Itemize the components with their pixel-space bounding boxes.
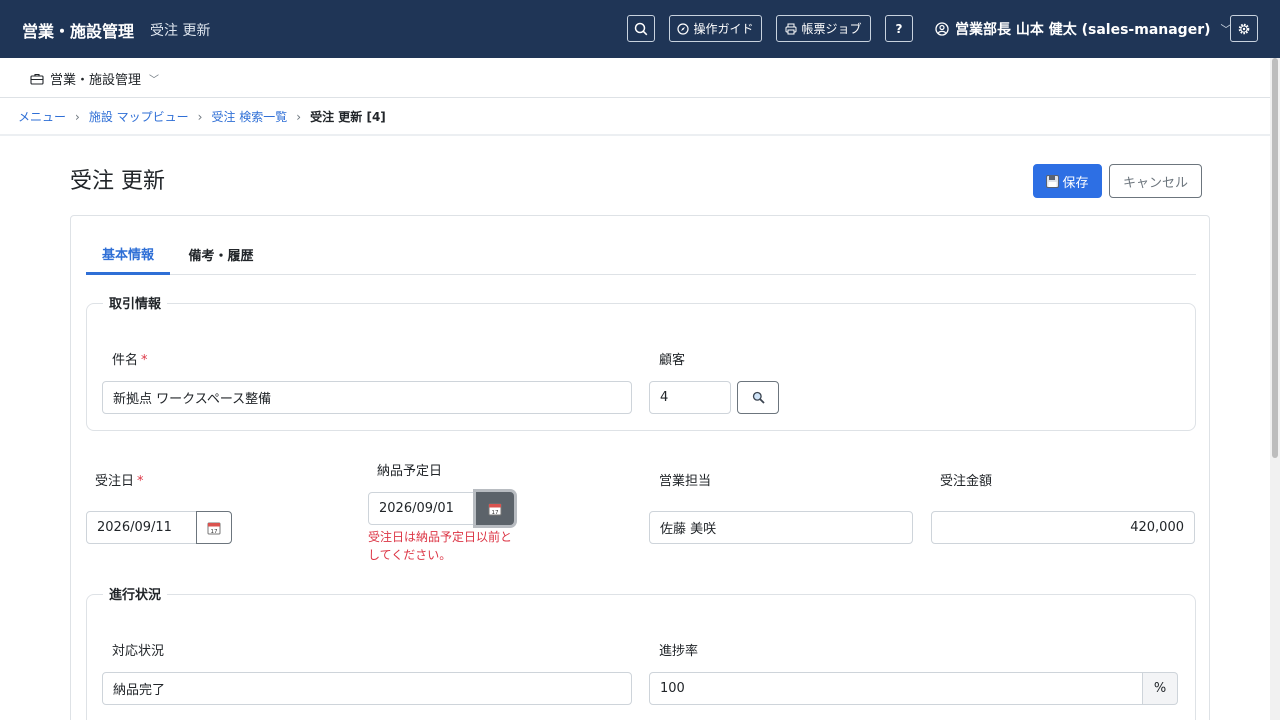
help-button[interactable]: ? [885, 15, 913, 42]
magnifier-icon [752, 391, 765, 404]
delivery-date-label: 納品予定日 [377, 464, 443, 479]
delivery-date-input[interactable]: 2026/09/01 [368, 492, 478, 525]
customer-label: 顧客 [659, 353, 686, 368]
breadcrumb-separator: › [197, 109, 203, 124]
guide-button-label: 操作ガイド [693, 22, 754, 36]
order-date-label-text: 受注日 [95, 474, 135, 489]
order-date-calendar-button[interactable]: 17 [196, 511, 232, 544]
user-menu[interactable]: 営業部長 山本 健太 (sales-manager) ﹀ [935, 19, 1232, 39]
transaction-legend: 取引情報 [103, 293, 168, 312]
amount-label: 受注金額 [940, 474, 993, 489]
form-card: 基本情報 備考・履歴 取引情報 件名 * 新拠点 ワークスペース整備 顧客 4 受… [70, 215, 1210, 720]
subject-input[interactable]: 新拠点 ワークスペース整備 [102, 381, 632, 414]
tab-notes-history[interactable]: 備考・履歴 [181, 234, 261, 275]
status-label: 対応状況 [112, 644, 165, 659]
header-page-subtitle: 受注 更新 [150, 23, 211, 39]
cancel-button[interactable]: キャンセル [1109, 164, 1202, 198]
calendar-icon: 17 [207, 522, 221, 535]
user-name: 営業部長 山本 健太 (sales-manager) [955, 22, 1211, 38]
calendar-icon: 17 [488, 503, 502, 516]
subject-label-text: 件名 [112, 353, 139, 368]
breadcrumb-separator: › [296, 109, 302, 124]
tab-basic-info[interactable]: 基本情報 [86, 234, 170, 275]
breadcrumb-menu[interactable]: メニュー [18, 108, 66, 125]
delivery-date-calendar-button[interactable]: 17 [476, 492, 514, 525]
breadcrumb-divider [0, 134, 1270, 136]
page-scrollbar[interactable] [1270, 58, 1280, 720]
module-menu-label: 営業・施設管理 [50, 73, 142, 88]
compass-icon [677, 22, 690, 35]
delivery-date-error: 受注日は納品予定日以前としてください。 [368, 530, 513, 562]
user-circle-icon [935, 22, 949, 36]
order-date-label: 受注日 * [95, 470, 144, 489]
report-jobs-label: 帳票ジョブ [801, 22, 862, 36]
search-button[interactable] [627, 15, 655, 42]
briefcase-icon [30, 73, 44, 85]
progress-legend: 進行状況 [103, 584, 168, 603]
scrollbar-thumb[interactable] [1272, 58, 1278, 458]
svg-text:17: 17 [211, 529, 218, 535]
search-icon [634, 22, 648, 35]
floppy-disk-icon [1046, 174, 1060, 188]
chevron-down-icon: ﹀ [149, 75, 160, 86]
amount-input[interactable]: 420,000 [931, 511, 1195, 544]
order-date-input[interactable]: 2026/09/11 [86, 511, 198, 544]
progress-rate-input[interactable]: 100 [649, 672, 1143, 705]
module-menu-button[interactable]: 営業・施設管理 ﹀ [30, 69, 159, 88]
percent-addon: % [1143, 672, 1178, 705]
settings-button[interactable] [1230, 15, 1258, 42]
required-asterisk: * [141, 353, 148, 368]
module-bar: 営業・施設管理 ﹀ [0, 58, 1270, 98]
guide-button[interactable]: 操作ガイド [669, 15, 762, 42]
tab-bar: 基本情報 備考・履歴 [86, 234, 1196, 275]
progress-rate-label: 進捗率 [659, 644, 699, 659]
subject-label: 件名 * [112, 349, 148, 368]
svg-text:17: 17 [492, 510, 499, 516]
top-header: 営業・施設管理 受注 更新 操作ガイド 帳票ジョブ ? 営業部長 山本 健太 (… [0, 0, 1280, 58]
save-button-label: 保存 [1062, 175, 1089, 191]
breadcrumb: メニュー › 施設 マップビュー › 受注 検索一覧 › 受注 更新 [4] [18, 108, 386, 125]
gear-icon [1238, 23, 1250, 34]
breadcrumb-separator: › [75, 109, 80, 124]
save-button[interactable]: 保存 [1033, 164, 1102, 198]
sales-rep-input[interactable]: 佐藤 美咲 [649, 511, 913, 544]
app-name[interactable]: 営業・施設管理 [22, 18, 134, 42]
status-input[interactable]: 納品完了 [102, 672, 632, 705]
breadcrumb-current: 受注 更新 [4] [310, 110, 386, 124]
customer-id-input[interactable]: 4 [649, 381, 731, 414]
report-jobs-button[interactable]: 帳票ジョブ [776, 15, 871, 42]
required-asterisk: * [137, 474, 144, 489]
page-title: 受注 更新 [70, 169, 165, 194]
printer-icon [785, 23, 797, 34]
sales-rep-label: 営業担当 [659, 474, 712, 489]
breadcrumb-order-search[interactable]: 受注 検索一覧 [211, 108, 287, 125]
breadcrumb-facility-map[interactable]: 施設 マップビュー [89, 108, 189, 125]
customer-search-button[interactable] [737, 381, 779, 414]
